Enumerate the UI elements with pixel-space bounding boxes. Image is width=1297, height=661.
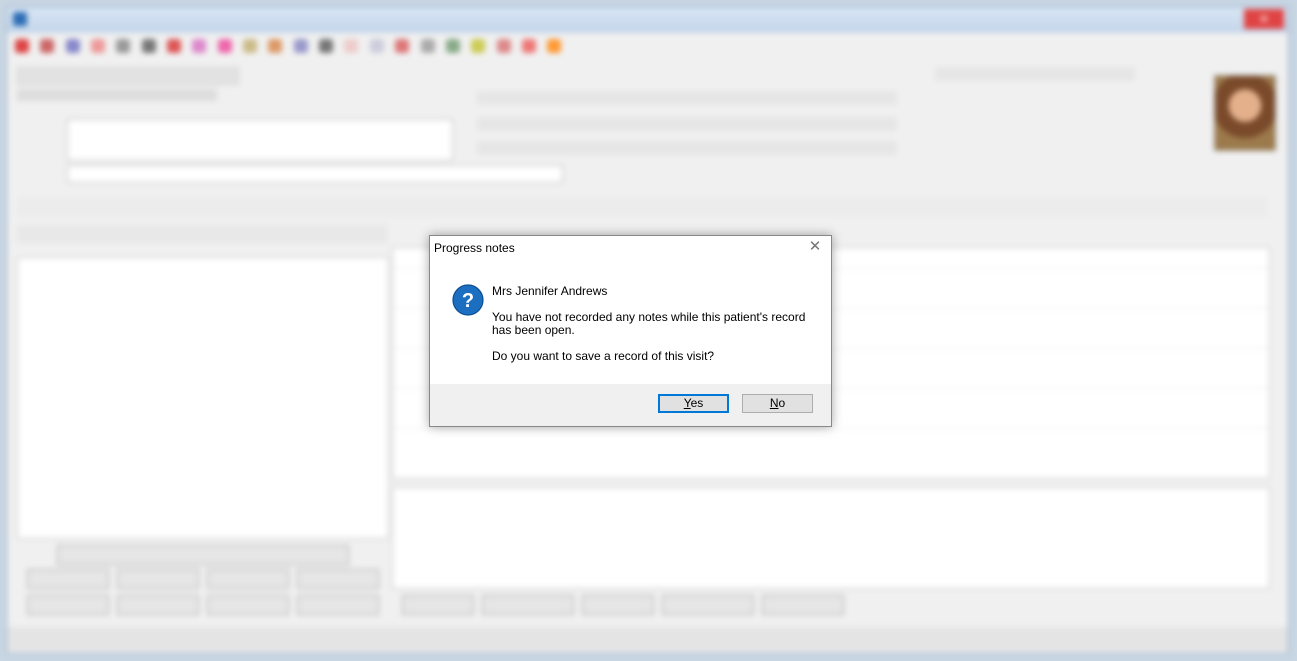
- alerts-box[interactable]: [67, 119, 453, 161]
- question-text: Do you want to save a record of this vis…: [492, 349, 715, 363]
- background-button[interactable]: [207, 595, 289, 615]
- info-line: [477, 91, 897, 105]
- background-button[interactable]: [297, 569, 379, 589]
- left-list-panel[interactable]: [17, 257, 389, 539]
- toolbar-icon[interactable]: [445, 39, 460, 53]
- toolbar-icon[interactable]: [91, 39, 106, 53]
- toolbar-icon[interactable]: [369, 39, 384, 53]
- background-button[interactable]: [482, 595, 574, 615]
- background-button[interactable]: [762, 595, 844, 615]
- progress-notes-dialog: Progress notes ✕ ? Mrs Jennifer Andrews …: [429, 235, 832, 427]
- window-close-icon[interactable]: ✕: [1244, 9, 1284, 29]
- yes-mnemonic: Y: [683, 396, 691, 410]
- toolbar-icon[interactable]: [319, 39, 334, 53]
- background-button[interactable]: [662, 595, 754, 615]
- toolbar-icon[interactable]: [243, 39, 258, 53]
- yes-button[interactable]: Yes: [658, 394, 729, 413]
- toolbar-icon[interactable]: [65, 39, 80, 53]
- status-bar: [7, 627, 1288, 651]
- toolbar-icon[interactable]: [192, 39, 207, 53]
- toolbar-icon[interactable]: [116, 39, 131, 53]
- dialog-title: Progress notes: [434, 241, 515, 255]
- toolbar-icon[interactable]: [293, 39, 308, 53]
- module-toolbar: [17, 197, 1267, 217]
- no-button[interactable]: No: [742, 394, 813, 413]
- no-label-rest: o: [778, 396, 786, 410]
- warnings-field[interactable]: [67, 165, 563, 183]
- app-icon: [13, 12, 27, 26]
- toolbar-icon[interactable]: [217, 39, 232, 53]
- background-button[interactable]: [117, 595, 199, 615]
- main-toolbar: [11, 37, 1284, 59]
- title-bar: ✕: [7, 7, 1288, 33]
- patient-details: [17, 89, 217, 101]
- background-button[interactable]: [27, 569, 109, 589]
- toolbar-icon[interactable]: [268, 39, 283, 53]
- toolbar-icon[interactable]: [344, 39, 359, 53]
- toolbar-icon[interactable]: [496, 39, 511, 53]
- toolbar-icon[interactable]: [471, 39, 486, 53]
- patient-selector[interactable]: [17, 67, 239, 85]
- background-button[interactable]: [582, 595, 654, 615]
- toolbar-icon[interactable]: [395, 39, 410, 53]
- notes-panel[interactable]: [392, 487, 1270, 589]
- background-button[interactable]: [297, 595, 379, 615]
- svg-text:?: ?: [462, 290, 474, 312]
- toolbar-icon[interactable]: [521, 39, 536, 53]
- info-line: [935, 67, 1135, 81]
- toolbar-icon[interactable]: [141, 39, 156, 53]
- info-line: [477, 117, 897, 131]
- background-button[interactable]: [117, 569, 199, 589]
- question-icon: ?: [452, 284, 484, 316]
- background-button[interactable]: [402, 595, 474, 615]
- background-button[interactable]: [27, 595, 109, 615]
- toolbar-icon[interactable]: [420, 39, 435, 53]
- toolbar-icon[interactable]: [40, 39, 55, 53]
- toolbar-icon[interactable]: [167, 39, 182, 53]
- toolbar-icon[interactable]: [15, 39, 29, 53]
- message-line-2: has been open.: [492, 323, 575, 337]
- background-button[interactable]: [57, 545, 349, 565]
- info-line: [477, 141, 897, 155]
- toolbar-icon[interactable]: [547, 39, 562, 53]
- sub-toolbar: [17, 225, 387, 243]
- patient-photo: [1214, 75, 1276, 151]
- background-button[interactable]: [207, 569, 289, 589]
- patient-name: Mrs Jennifer Andrews: [492, 284, 608, 298]
- yes-label-rest: es: [690, 396, 704, 410]
- close-icon[interactable]: ✕: [807, 239, 823, 255]
- dialog-footer: Yes No: [430, 384, 831, 426]
